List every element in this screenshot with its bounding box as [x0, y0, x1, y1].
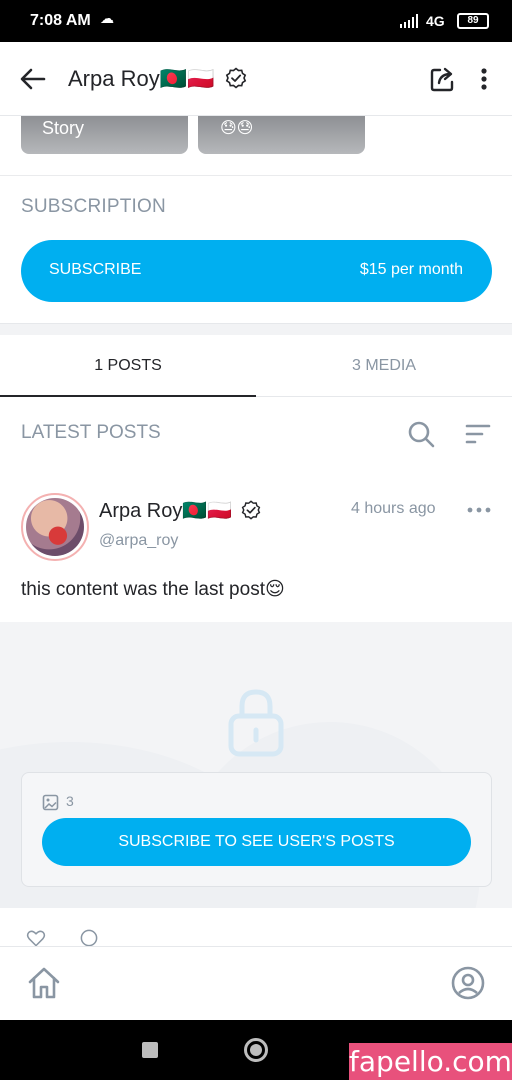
- tab-posts[interactable]: 1 POSTS: [0, 336, 256, 396]
- active-tab-indicator: [0, 395, 256, 397]
- signal-icon: [400, 14, 418, 28]
- verified-badge-icon: [225, 67, 246, 89]
- divider: [0, 175, 512, 176]
- section-separator: [0, 323, 512, 335]
- more-horizontal-icon[interactable]: [466, 500, 492, 520]
- post-author-name: Arpa Roy🇧🇩🇵🇱: [99, 500, 233, 522]
- app-bar: Arpa Roy🇧🇩🇵🇱: [0, 42, 512, 116]
- subscribe-button[interactable]: SUBSCRIBE $15 per month: [21, 240, 492, 302]
- image-icon: [42, 794, 59, 811]
- status-time: 7:08 AM: [30, 12, 91, 29]
- page-title: Arpa Roy🇧🇩🇵🇱: [68, 66, 247, 92]
- post-author[interactable]: Arpa Roy🇧🇩🇵🇱: [99, 498, 261, 523]
- avatar[interactable]: [21, 493, 89, 561]
- cloud-icon: ☁: [100, 10, 114, 26]
- post-timestamp[interactable]: 4 hours ago: [351, 500, 436, 518]
- profile-icon[interactable]: [450, 965, 486, 1001]
- network-type: 4G: [426, 13, 445, 29]
- verified-badge-icon: [241, 500, 261, 520]
- bottom-nav: [0, 946, 512, 1020]
- home-button[interactable]: [244, 1038, 268, 1062]
- share-icon[interactable]: [428, 64, 458, 94]
- sort-icon[interactable]: [464, 421, 492, 447]
- story-card-label: Story: [42, 118, 85, 138]
- subscribe-button-label: SUBSCRIBE: [49, 261, 142, 278]
- avatar-image: [26, 498, 84, 556]
- home-icon[interactable]: [26, 965, 62, 1001]
- search-icon[interactable]: [406, 419, 436, 449]
- story-card[interactable]: 😓😓: [198, 116, 365, 154]
- story-card[interactable]: Story: [21, 116, 188, 154]
- subscription-heading: SUBSCRIPTION: [21, 196, 166, 217]
- watermark: fapello.com: [349, 1043, 512, 1080]
- subscribe-price: $15 per month: [359, 261, 463, 278]
- comment-icon[interactable]: [76, 929, 102, 947]
- media-count: 3: [66, 793, 74, 809]
- page-title-text: Arpa Roy🇧🇩🇵🇱: [68, 66, 215, 91]
- more-vertical-icon[interactable]: [472, 64, 496, 94]
- like-icon[interactable]: [22, 929, 50, 947]
- recent-apps-button[interactable]: [142, 1042, 158, 1058]
- post-handle[interactable]: @arpa_roy: [99, 532, 178, 550]
- subscribe-to-see-posts-button[interactable]: SUBSCRIBE TO SEE USER'S POSTS: [42, 818, 471, 866]
- battery-icon: 89: [457, 13, 489, 29]
- tab-divider: [256, 396, 512, 397]
- tab-media[interactable]: 3 MEDIA: [256, 336, 512, 396]
- back-arrow-icon[interactable]: [18, 64, 48, 94]
- post-text: this content was the last post😌: [21, 579, 285, 600]
- status-bar: 7:08 AM ☁ 4G 89: [0, 0, 512, 42]
- lock-icon: [228, 689, 284, 757]
- story-card-label: 😓😓: [220, 120, 254, 137]
- latest-posts-heading: LATEST POSTS: [21, 422, 161, 443]
